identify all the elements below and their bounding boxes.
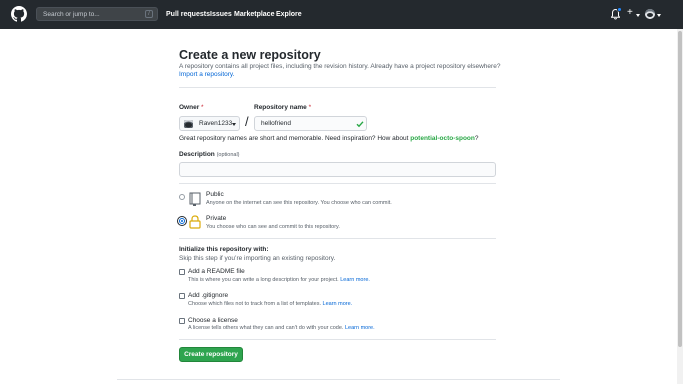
page-title: Create a new repository — [179, 48, 321, 62]
description-label-text: Description — [179, 151, 215, 158]
readme-title: Add a README file — [188, 268, 245, 275]
owner-avatar — [184, 120, 193, 128]
owner-label: Owner * — [179, 104, 204, 112]
license-title: Choose a license — [188, 317, 238, 324]
gitignore-learn-more-link[interactable]: Learn more. — [323, 301, 353, 307]
avatar-chevron-down-icon — [657, 14, 661, 17]
nav-pull-requests[interactable]: Pull requests — [166, 10, 210, 19]
create-repository-button[interactable]: Create repository — [179, 347, 243, 362]
search-box[interactable]: Search or jump to... / — [36, 7, 158, 21]
notification-indicator — [617, 7, 622, 12]
nav-marketplace[interactable]: Marketplace — [234, 10, 274, 19]
top-header: Search or jump to... / Pull requests Iss… — [0, 0, 683, 29]
scrollbar-thumb[interactable] — [678, 31, 682, 347]
readme-description: This is where you can write a long descr… — [188, 277, 370, 284]
public-description: Anyone on the internet can see this repo… — [206, 200, 392, 206]
page-scrollbar[interactable] — [677, 29, 683, 384]
license-description-text: A license tells others what they can and… — [188, 325, 344, 331]
avatar-image — [645, 9, 655, 19]
private-title: Private — [206, 215, 227, 222]
private-radio[interactable] — [179, 218, 185, 224]
divider — [179, 87, 496, 88]
check-icon — [356, 121, 364, 128]
repo-required-mark: * — [308, 104, 312, 111]
hint-text: Great repository names are short and mem… — [179, 135, 411, 142]
import-repository-link[interactable]: Import a repository. — [179, 71, 235, 79]
initialize-subtext: Skip this step if you’re importing an ex… — [179, 255, 336, 262]
description-label: Description (optional) — [179, 151, 240, 159]
owner-label-text: Owner — [179, 104, 200, 111]
divider — [179, 238, 496, 239]
owner-select[interactable]: Raven1233 — [179, 116, 240, 131]
repository-name-input[interactable]: hellofriend — [254, 116, 367, 131]
divider — [179, 339, 496, 340]
github-mark-icon[interactable] — [11, 6, 27, 22]
initialize-heading: Initialize this repository with: — [179, 246, 269, 253]
divider — [179, 183, 496, 184]
readme-description-text: This is where you can write a long descr… — [188, 277, 339, 283]
lock-icon — [189, 215, 201, 229]
license-checkbox[interactable] — [179, 318, 185, 324]
search-placeholder: Search or jump to... — [43, 11, 100, 18]
owner-required-mark: * — [201, 104, 204, 111]
user-avatar[interactable] — [645, 9, 655, 19]
hint-end: ? — [474, 135, 479, 142]
private-description: You choose who can see and commit to thi… — [206, 224, 340, 230]
gitignore-description: Choose which files not to track from a l… — [188, 301, 352, 308]
nav-explore[interactable]: Explore — [276, 10, 302, 19]
suggested-name-link[interactable]: potential-octo-spoon — [410, 135, 475, 142]
gitignore-description-text: Choose which files not to track from a l… — [188, 301, 321, 307]
gitignore-title: Add .gitignore — [188, 292, 229, 299]
footer-divider — [117, 379, 560, 380]
repo-label-text: Repository name — [254, 104, 307, 111]
repo-name-label: Repository name * — [254, 104, 311, 112]
public-radio[interactable] — [179, 194, 185, 200]
readme-checkbox[interactable] — [179, 269, 185, 275]
repository-name-value: hellofriend — [261, 120, 291, 127]
create-new-plus-icon[interactable]: + — [627, 8, 633, 18]
public-title: Public — [206, 191, 224, 198]
owner-name: Raven1233 — [199, 120, 233, 127]
page-subhead: A repository contains all project files,… — [179, 63, 501, 70]
readme-learn-more-link[interactable]: Learn more. — [340, 277, 370, 283]
owner-repo-separator: / — [245, 114, 249, 129]
license-learn-more-link[interactable]: Learn more. — [345, 325, 375, 331]
description-input[interactable] — [179, 162, 496, 177]
description-optional: (optional) — [216, 152, 240, 158]
owner-avatar-image — [184, 120, 193, 128]
gitignore-checkbox[interactable] — [179, 293, 185, 299]
nav-issues[interactable]: Issues — [210, 10, 232, 19]
license-description: A license tells others what they can and… — [188, 325, 375, 332]
plus-chevron-down-icon — [636, 14, 640, 17]
repo-book-icon — [189, 192, 201, 206]
repo-name-hint: Great repository names are short and mem… — [179, 135, 479, 143]
owner-chevron-down-icon — [232, 123, 236, 126]
search-shortcut-key: / — [145, 10, 153, 18]
